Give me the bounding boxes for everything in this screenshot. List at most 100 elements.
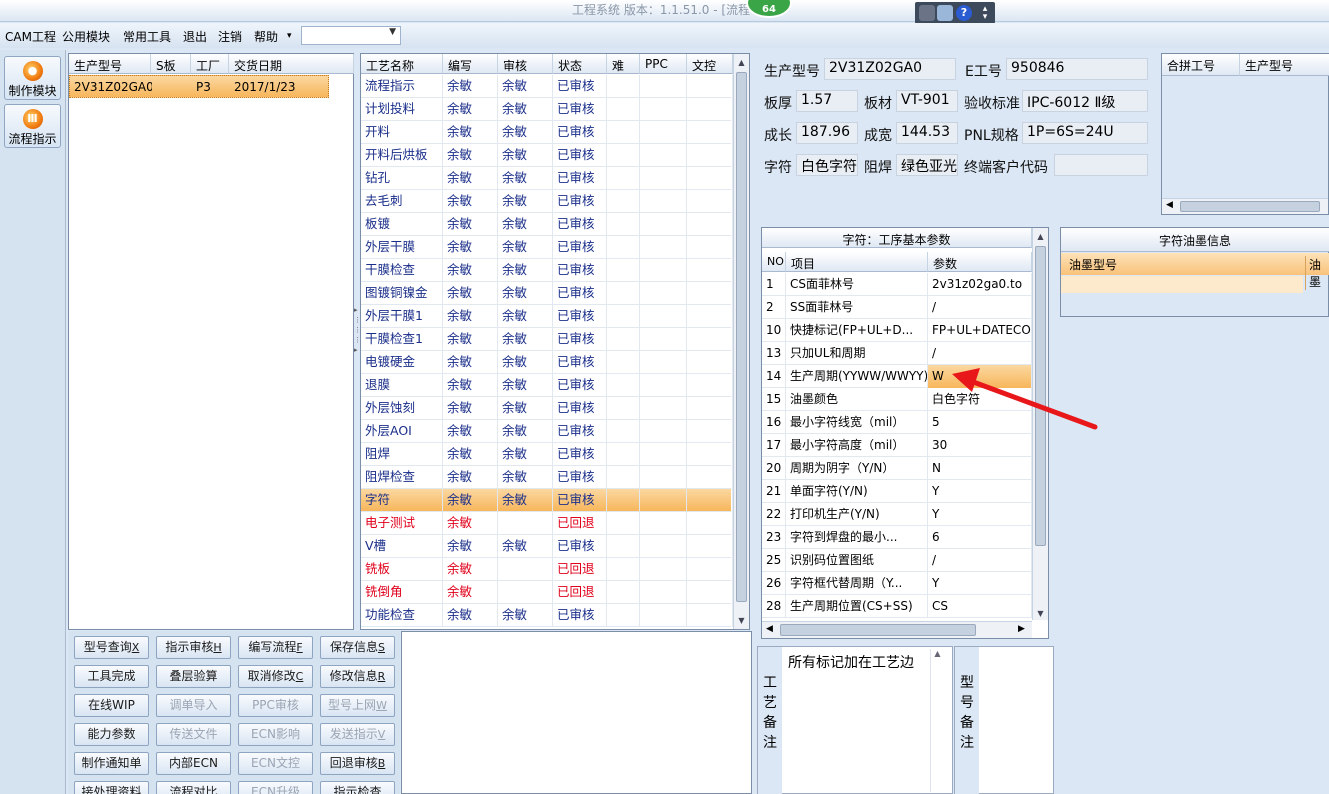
- table-row[interactable]: 阻焊检查 余敏 余敏 已审核: [361, 466, 733, 489]
- menu-public-module[interactable]: 公用模块: [62, 28, 110, 45]
- width-field[interactable]: 144.53: [896, 122, 958, 144]
- flow-guide-button[interactable]: Ⅲ 流程指示: [4, 104, 61, 148]
- menu-exit[interactable]: 退出: [183, 28, 207, 45]
- col-header-item[interactable]: 项目: [786, 252, 928, 272]
- col-header-status[interactable]: 状态: [553, 54, 607, 74]
- action-button[interactable]: 传送文件: [156, 723, 231, 746]
- col-header-process[interactable]: 工艺名称: [361, 54, 443, 74]
- action-button[interactable]: 保存信息S: [320, 636, 395, 659]
- table-row[interactable]: 钻孔 余敏 余敏 已审核: [361, 167, 733, 190]
- chevron-down-icon[interactable]: ▾: [287, 31, 292, 41]
- thickness-field[interactable]: 1.57: [796, 90, 858, 112]
- table-row[interactable]: 图镀铜镍金 余敏 余敏 已审核: [361, 282, 733, 305]
- col-header-model[interactable]: 生产型号: [69, 54, 151, 74]
- col-header-doc-control[interactable]: 文控: [687, 54, 733, 74]
- scroll-left-icon[interactable]: ◀: [766, 624, 773, 634]
- col-header-writer[interactable]: 编写: [443, 54, 498, 74]
- process-remark-text[interactable]: 所有标记加在工艺边: [784, 649, 929, 792]
- table-row[interactable]: 1 CS面菲林号 2v31z02ga0.to: [762, 273, 1032, 296]
- length-field[interactable]: 187.96: [796, 122, 858, 144]
- action-button[interactable]: 调单导入: [156, 694, 231, 717]
- action-button[interactable]: 工具完成: [74, 665, 149, 688]
- remark-scrollbar[interactable]: ▲: [930, 649, 944, 792]
- keyboard-icon[interactable]: [937, 5, 953, 21]
- action-button[interactable]: 能力参数: [74, 723, 149, 746]
- action-button[interactable]: 型号上网W: [320, 694, 395, 717]
- action-button[interactable]: ECN文控: [238, 752, 313, 775]
- col-header-s-board[interactable]: S板: [151, 54, 191, 74]
- menu-help[interactable]: 帮助: [254, 28, 278, 45]
- action-button[interactable]: ECN影响: [238, 723, 313, 746]
- scroll-up-icon[interactable]: ▲: [1035, 232, 1046, 241]
- table-row[interactable]: 字符 余敏 余敏 已审核: [361, 489, 733, 512]
- eno-field[interactable]: 950846: [1006, 58, 1148, 80]
- col-header-reviewer[interactable]: 审核: [498, 54, 553, 74]
- action-button[interactable]: 型号查询X: [74, 636, 149, 659]
- col-header-ppc[interactable]: PPC: [640, 54, 687, 74]
- action-button[interactable]: 制作通知单: [74, 752, 149, 775]
- table-row[interactable]: V槽 余敏 余敏 已审核: [361, 535, 733, 558]
- menu-cam-project[interactable]: CAM工程: [5, 28, 56, 45]
- col-header-no[interactable]: NO: [762, 252, 786, 272]
- menu-common-tools[interactable]: 常用工具: [123, 28, 171, 45]
- scroll-up-icon[interactable]: ▲: [736, 58, 747, 67]
- col-header-delivery-date[interactable]: 交货日期: [229, 54, 354, 74]
- scroll-thumb[interactable]: [736, 72, 747, 602]
- action-button[interactable]: 取消修改C: [238, 665, 313, 688]
- scroll-thumb[interactable]: [1180, 201, 1320, 212]
- col-header-difficulty[interactable]: 难: [607, 54, 640, 74]
- scroll-left-icon[interactable]: ◀: [1166, 200, 1173, 210]
- menu-combo-box[interactable]: ▼: [301, 26, 401, 45]
- chevron-down-icon[interactable]: ▼: [389, 27, 396, 37]
- action-button[interactable]: 接处理资料: [74, 781, 149, 794]
- action-button[interactable]: 发送指示V: [320, 723, 395, 746]
- scroll-thumb[interactable]: [780, 624, 976, 636]
- client-code-field[interactable]: [1054, 154, 1148, 176]
- table-row[interactable]: 10快捷标记(FP+UL+D...FP+UL+DATECODE: [762, 319, 1032, 342]
- col-header-ink[interactable]: 油墨: [1305, 256, 1329, 290]
- col-header-param[interactable]: 参数: [928, 252, 1032, 272]
- table-row[interactable]: 2V31Z02GA0 P3 2017/1/23: [69, 75, 329, 98]
- table-row[interactable]: 干膜检查1 余敏 余敏 已审核: [361, 328, 733, 351]
- table-row[interactable]: 外层干膜 余敏 余敏 已审核: [361, 236, 733, 259]
- solder-mask-field[interactable]: 绿色亚光: [896, 154, 958, 176]
- make-module-button[interactable]: ● 制作模块: [4, 56, 61, 100]
- action-button[interactable]: 编写流程F: [238, 636, 313, 659]
- table-row[interactable]: 铣板 余敏 已回退: [361, 558, 733, 581]
- table-row[interactable]: 阻焊 余敏 余敏 已审核: [361, 443, 733, 466]
- model-remark-text[interactable]: [981, 649, 1051, 792]
- table-row[interactable]: 开料后烘板 余敏 余敏 已审核: [361, 144, 733, 167]
- table-row[interactable]: 21 单面字符(Y/N) Y: [762, 480, 1032, 503]
- table-row[interactable]: 2 SS面菲林号 /: [762, 296, 1032, 319]
- action-button[interactable]: 修改信息R: [320, 665, 395, 688]
- table-row[interactable]: 23 字符到焊盘的最小... 6: [762, 526, 1032, 549]
- menu-logout[interactable]: 注销: [218, 28, 242, 45]
- table-row[interactable]: 22 打印机生产(Y/N) Y: [762, 503, 1032, 526]
- model-field[interactable]: 2V31Z02GA0: [824, 58, 956, 80]
- process-scrollbar[interactable]: ▲ ▼: [733, 54, 749, 629]
- help-icon[interactable]: ?: [956, 5, 972, 21]
- action-button[interactable]: 叠层验算: [156, 665, 231, 688]
- action-button[interactable]: 在线WIP: [74, 694, 149, 717]
- char-field[interactable]: 白色字符: [796, 154, 858, 176]
- col-header-factory[interactable]: 工厂: [191, 54, 229, 74]
- ink-row[interactable]: [1061, 276, 1303, 293]
- scroll-down-icon[interactable]: ▼: [1035, 609, 1046, 618]
- tray-menu-icon[interactable]: ▴ ▾: [977, 5, 993, 22]
- table-row[interactable]: 电镀硬金 余敏 余敏 已审核: [361, 351, 733, 374]
- acceptance-field[interactable]: IPC-6012 Ⅱ级: [1022, 90, 1148, 112]
- action-button[interactable]: 回退审核B: [320, 752, 395, 775]
- pnl-field[interactable]: 1P=6S=24U: [1022, 122, 1148, 144]
- action-button[interactable]: 流程对比: [156, 781, 231, 794]
- table-row[interactable]: 计划投料 余敏 余敏 已审核: [361, 98, 733, 121]
- table-row[interactable]: 功能检查 余敏 余敏 已审核: [361, 604, 733, 627]
- action-button[interactable]: 指示检查: [320, 781, 395, 794]
- col-header-merge-model[interactable]: 生产型号: [1240, 54, 1329, 76]
- table-row[interactable]: 板镀 余敏 余敏 已审核: [361, 213, 733, 236]
- keyboard-grid-icon[interactable]: [919, 5, 935, 21]
- table-row[interactable]: 26 字符框代替周期（Y... Y: [762, 572, 1032, 595]
- action-button[interactable]: ECN升级: [238, 781, 313, 794]
- table-row[interactable]: 外层蚀刻 余敏 余敏 已审核: [361, 397, 733, 420]
- scroll-right-icon[interactable]: ▶: [1018, 624, 1025, 634]
- table-row[interactable]: 25 识别码位置图纸 /: [762, 549, 1032, 572]
